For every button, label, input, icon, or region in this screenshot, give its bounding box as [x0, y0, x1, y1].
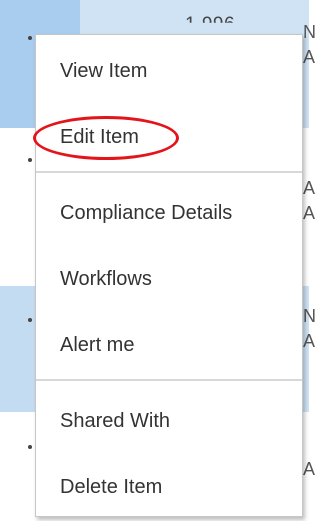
row-bullet [28, 445, 32, 449]
item-context-menu: View Item Edit Item Compliance Details W… [35, 34, 303, 517]
menu-item-shared-with[interactable]: Shared With [36, 391, 302, 451]
row-bullet [28, 36, 32, 40]
menu-item-alert-me[interactable]: Alert me [36, 315, 302, 375]
row-edge-text: A [303, 47, 316, 67]
row-bullet [28, 318, 32, 322]
menu-item-delete-item[interactable]: Delete Item [36, 457, 302, 517]
row-bullet [28, 158, 32, 162]
menu-divider [36, 171, 302, 173]
menu-item-edit-item[interactable]: Edit Item [36, 107, 302, 167]
row-edge-text: N [303, 22, 316, 42]
row-edge-text: A [303, 203, 316, 223]
menu-divider [36, 379, 302, 381]
menu-item-view-item[interactable]: View Item [36, 41, 302, 101]
row-edge-text: A [303, 178, 316, 198]
menu-item-workflows[interactable]: Workflows [36, 249, 302, 309]
menu-item-compliance-details[interactable]: Compliance Details [36, 183, 302, 243]
row-edge-text: A [303, 459, 316, 479]
row-edge-text: A [303, 331, 316, 351]
row-edge-text: N [303, 306, 316, 326]
